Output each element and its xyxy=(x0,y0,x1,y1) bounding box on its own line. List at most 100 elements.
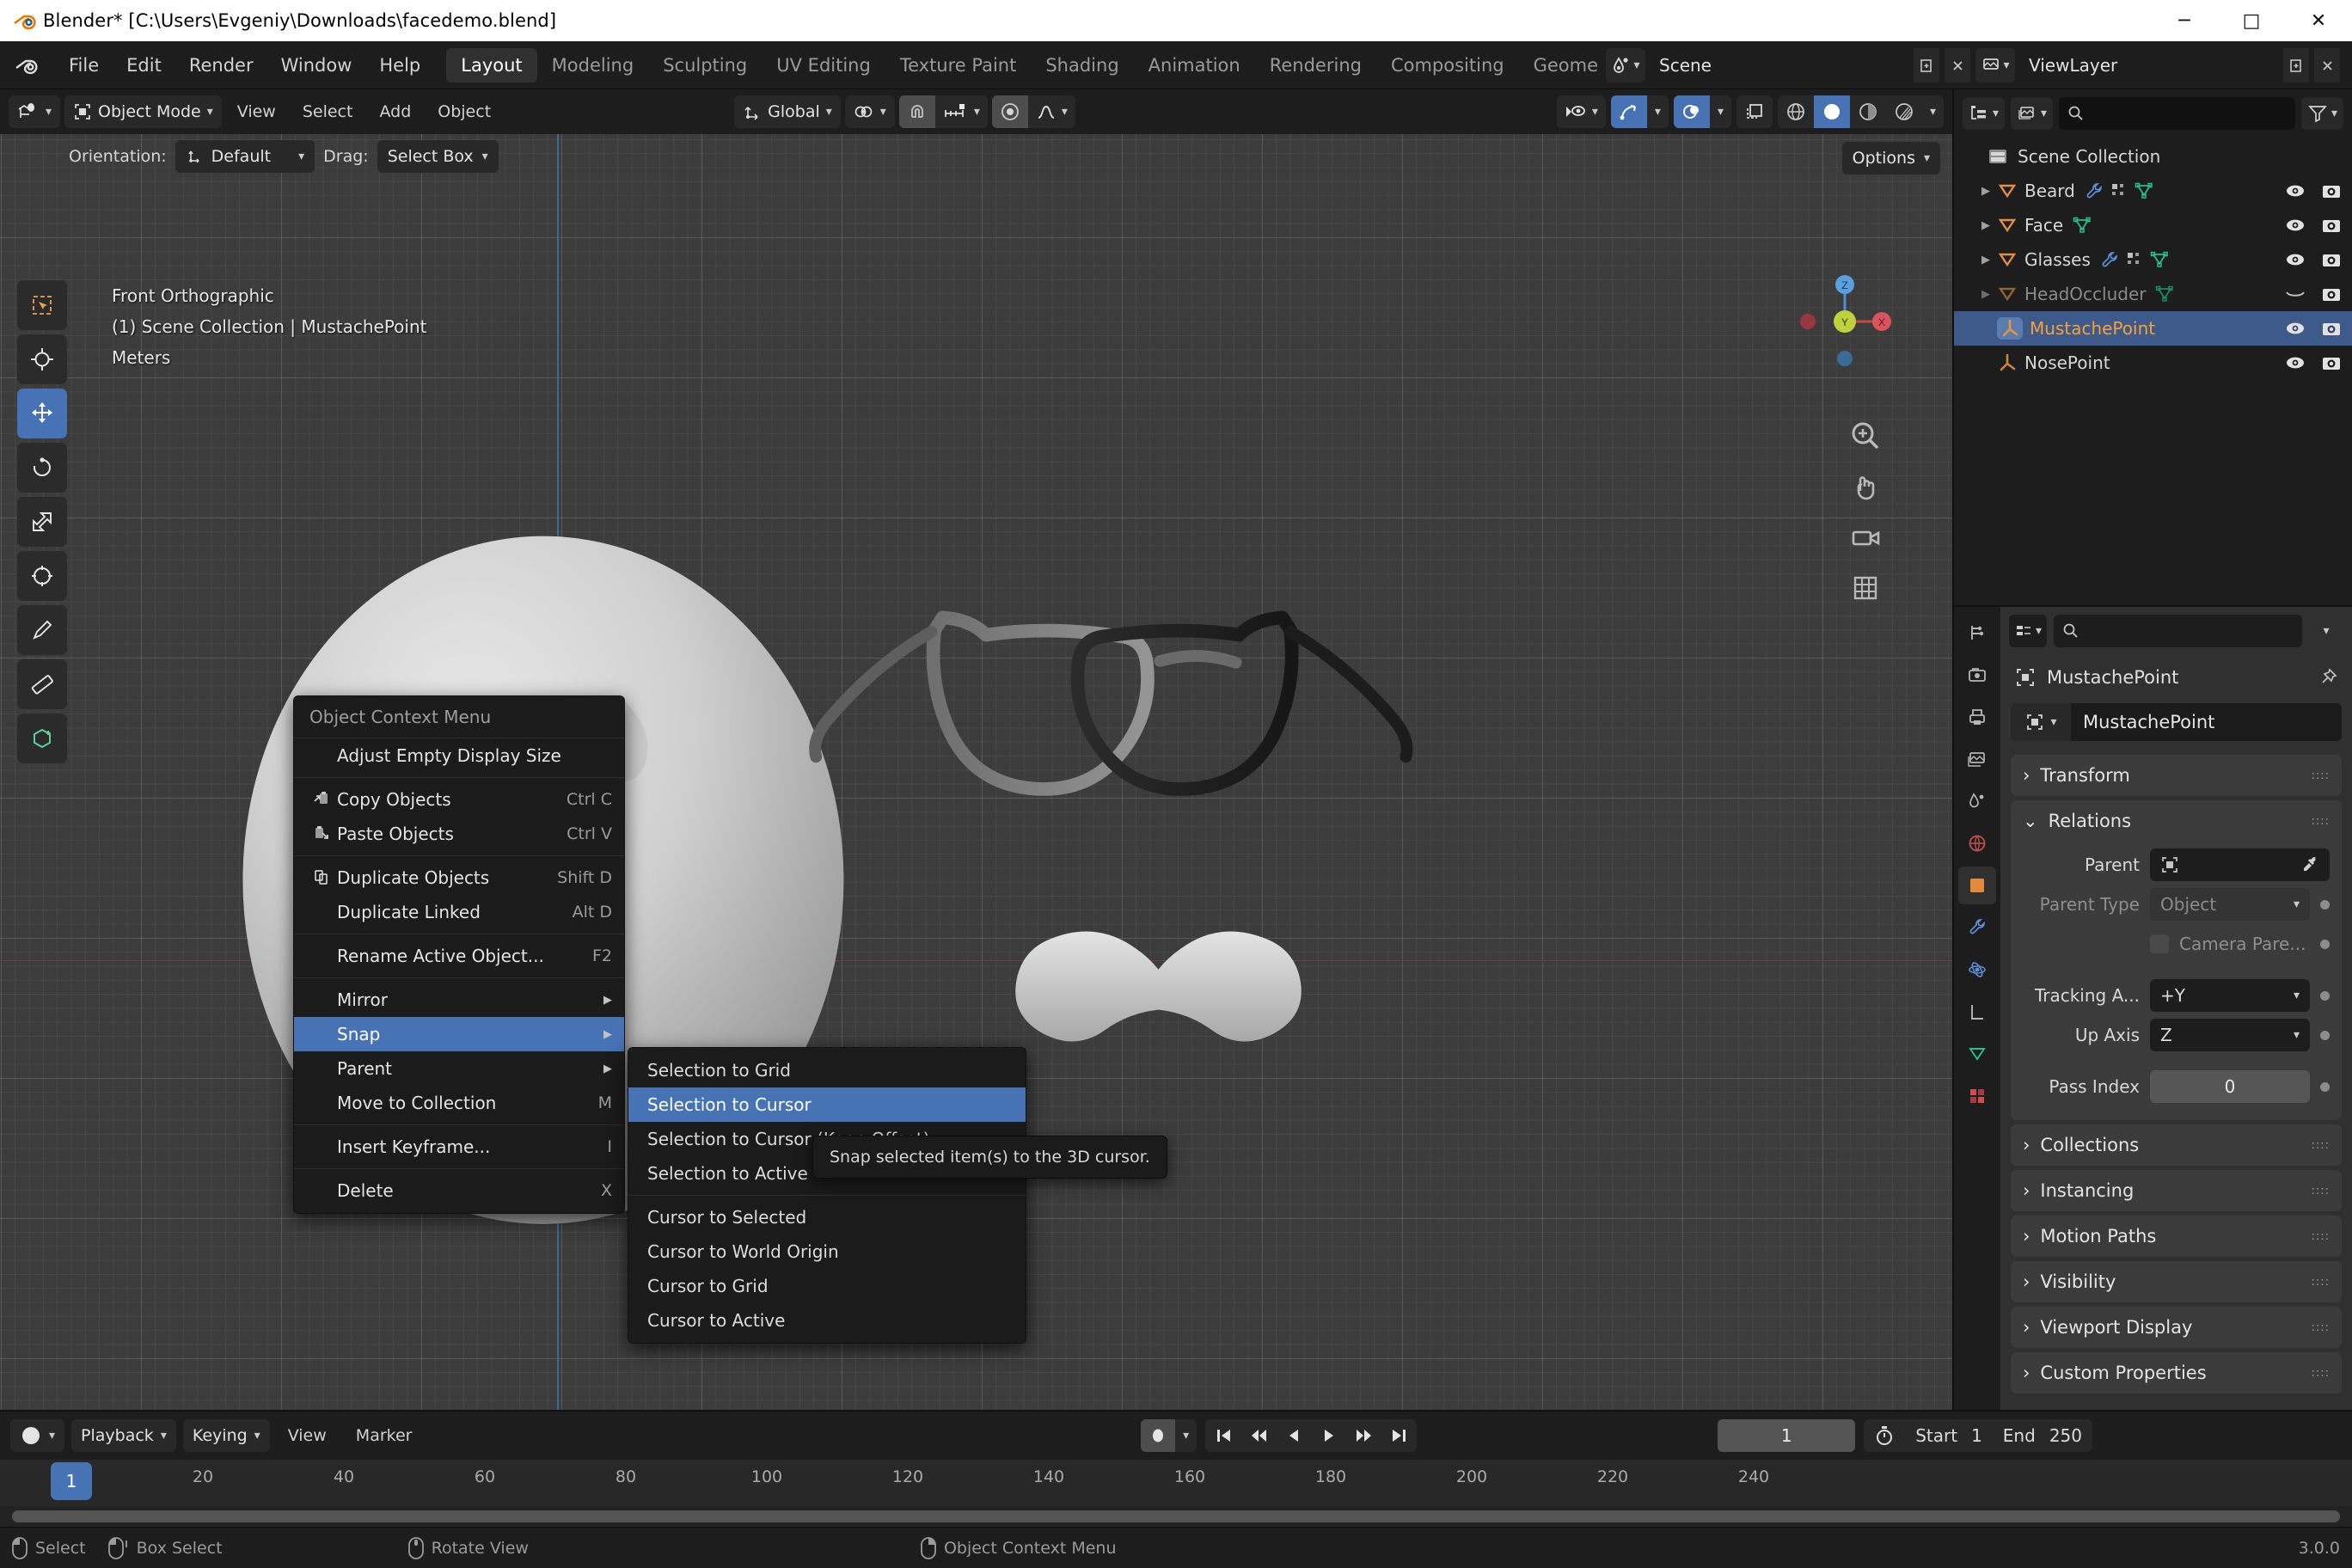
tab-object[interactable] xyxy=(1958,867,1996,904)
context-item-delete[interactable]: Delete X xyxy=(294,1173,624,1208)
menu-help[interactable]: Help xyxy=(365,49,434,82)
editor-type-button[interactable]: ▾ xyxy=(9,95,60,128)
up-axis-dropdown[interactable]: Z ▾ xyxy=(2150,1019,2310,1051)
end-frame-input[interactable]: End 250 xyxy=(1993,1419,2092,1452)
shading-wireframe-button[interactable] xyxy=(1778,95,1814,128)
timeline-ruler[interactable]: 20 40 60 80 100 120 140 160 180 200 220 … xyxy=(0,1460,2352,1508)
context-item-snap[interactable]: Snap ▶ xyxy=(294,1017,624,1051)
tool-annotate[interactable] xyxy=(17,605,67,655)
tab-render[interactable] xyxy=(1958,656,1996,694)
eye-closed-icon[interactable] xyxy=(2284,285,2306,303)
keying-menu-button[interactable]: Keying ▾ xyxy=(183,1419,270,1452)
viewport-menu-object[interactable]: Object xyxy=(426,97,502,126)
camera-icon[interactable] xyxy=(2321,251,2342,268)
animate-property-dot[interactable] xyxy=(2320,991,2330,1001)
snap-item-selection-to-cursor[interactable]: Selection to Cursor xyxy=(628,1087,1026,1122)
outliner-row-mustachepoint[interactable]: MustachePoint xyxy=(1954,311,2352,346)
timeline-menu-view[interactable]: View xyxy=(277,1421,338,1450)
outliner-row-face[interactable]: ▶ Face xyxy=(1954,208,2352,242)
tab-constraints[interactable] xyxy=(1958,993,1996,1031)
blender-menu-logo-icon[interactable] xyxy=(12,52,38,78)
camera-parent-checkbox[interactable] xyxy=(2150,934,2169,953)
mesh-data-icon[interactable] xyxy=(2073,217,2092,234)
eye-icon[interactable] xyxy=(2284,217,2306,234)
auto-keying-options-dropdown[interactable]: ▾ xyxy=(1175,1419,1197,1452)
snap-item-cursor-to-active[interactable]: Cursor to Active xyxy=(628,1303,1026,1338)
start-frame-input[interactable]: Start 1 xyxy=(1905,1419,1993,1452)
workspace-tab-layout[interactable]: Layout xyxy=(446,48,536,83)
tool-measure[interactable] xyxy=(17,659,67,709)
eye-icon[interactable] xyxy=(2284,251,2306,268)
context-item-move-to-collection[interactable]: Move to Collection M xyxy=(294,1086,624,1120)
menu-render[interactable]: Render xyxy=(175,49,267,82)
timeline-menu-marker[interactable]: Marker xyxy=(345,1421,424,1450)
timeline-horizontal-scrollbar[interactable] xyxy=(12,1510,2340,1522)
expand-triangle-icon[interactable]: ▶ xyxy=(1975,185,1997,198)
tab-view-layer[interactable] xyxy=(1958,740,1996,778)
context-item-parent[interactable]: Parent ▶ xyxy=(294,1051,624,1086)
animate-property-dot[interactable] xyxy=(2320,900,2330,910)
tab-material[interactable] xyxy=(1958,1077,1996,1115)
viewlayer-name-field[interactable]: ViewLayer xyxy=(2020,48,2278,83)
tab-scene[interactable] xyxy=(1958,782,1996,820)
panel-collections-header[interactable]: › Collections :::: xyxy=(2011,1124,2342,1166)
tool-rotate[interactable] xyxy=(17,443,67,493)
timeline-playhead[interactable]: 1 xyxy=(51,1462,92,1504)
properties-filter-dropdown[interactable]: ▾ xyxy=(2309,615,2343,647)
minimize-button[interactable]: ─ xyxy=(2151,0,2218,41)
tool-scale[interactable] xyxy=(17,497,67,547)
pin-icon[interactable] xyxy=(2318,667,2338,688)
drag-dropdown[interactable]: Select Box ▾ xyxy=(377,140,499,173)
current-frame-input[interactable]: 1 xyxy=(1718,1419,1855,1452)
panel-viewport-display-header[interactable]: › Viewport Display :::: xyxy=(2011,1307,2342,1348)
workspace-tab-shading[interactable]: Shading xyxy=(1031,48,1133,83)
modifier-icon[interactable] xyxy=(2110,182,2128,199)
outliner-row-glasses[interactable]: ▶ Glasses xyxy=(1954,242,2352,277)
toggle-ortho-icon[interactable] xyxy=(1846,568,1885,608)
mesh-data-icon[interactable] xyxy=(2135,182,2153,199)
mesh-data-icon[interactable] xyxy=(2150,251,2169,268)
context-item-duplicate-linked[interactable]: Duplicate Linked Alt D xyxy=(294,895,624,929)
panel-custom-properties-header[interactable]: › Custom Properties :::: xyxy=(2011,1352,2342,1393)
panel-visibility-header[interactable]: › Visibility :::: xyxy=(2011,1261,2342,1302)
panel-relations-header[interactable]: ⌄ Relations :::: xyxy=(2011,800,2342,842)
viewport-menu-view[interactable]: View xyxy=(226,97,287,126)
menu-window[interactable]: Window xyxy=(267,49,366,82)
orientation-dropdown[interactable]: Default ▾ xyxy=(175,140,315,173)
context-item-paste-objects[interactable]: Paste Objects Ctrl V xyxy=(294,817,624,851)
tool-move[interactable] xyxy=(17,389,67,438)
context-item-copy-objects[interactable]: Copy Objects Ctrl C xyxy=(294,782,624,817)
scene-new-button[interactable] xyxy=(1914,48,1939,83)
snap-target-selector[interactable]: ▾ xyxy=(935,95,988,128)
camera-view-icon[interactable] xyxy=(1846,518,1885,557)
proportional-falloff-selector[interactable]: ▾ xyxy=(1028,95,1075,128)
shading-material-button[interactable] xyxy=(1850,95,1886,128)
zoom-view-icon[interactable] xyxy=(1846,416,1885,456)
show-gizmo-toggle[interactable] xyxy=(1611,95,1647,128)
camera-icon[interactable] xyxy=(2321,354,2342,371)
pass-index-input[interactable]: 0 xyxy=(2150,1070,2310,1103)
viewport-options-button[interactable]: Options ▾ xyxy=(1842,142,1940,175)
panel-motion-paths-header[interactable]: › Motion Paths :::: xyxy=(2011,1216,2342,1257)
outliner-search-input[interactable] xyxy=(2059,97,2295,130)
viewport-3d[interactable]: Front Orthographic (1) Scene Collection … xyxy=(0,89,1954,1410)
next-keyframe-button[interactable] xyxy=(1346,1419,1381,1452)
context-item-insert-keyframe[interactable]: Insert Keyframe... I xyxy=(294,1130,624,1164)
panel-instancing-header[interactable]: › Instancing :::: xyxy=(2011,1170,2342,1211)
scene-browse-button[interactable]: ▾ xyxy=(1606,48,1645,83)
animate-property-dot[interactable] xyxy=(2320,940,2330,949)
camera-icon[interactable] xyxy=(2321,285,2342,303)
menu-edit[interactable]: Edit xyxy=(113,49,175,82)
eye-icon[interactable] xyxy=(2284,182,2306,199)
pivot-point-selector[interactable]: ▾ xyxy=(845,95,895,128)
tool-cursor[interactable] xyxy=(17,334,67,384)
object-name-input[interactable]: MustachePoint xyxy=(2071,703,2342,741)
timeline-editor-type-button[interactable]: ▾ xyxy=(10,1419,64,1452)
parent-type-dropdown[interactable]: Object ▾ xyxy=(2150,888,2310,921)
workspace-tab-texture-paint[interactable]: Texture Paint xyxy=(885,48,1032,83)
expand-triangle-icon[interactable]: ▶ xyxy=(1975,288,1997,301)
modifier-icon[interactable] xyxy=(2126,251,2143,268)
wrench-icon[interactable] xyxy=(2100,250,2119,269)
properties-search-input[interactable] xyxy=(2054,615,2302,647)
jump-to-start-button[interactable] xyxy=(1205,1419,1240,1452)
